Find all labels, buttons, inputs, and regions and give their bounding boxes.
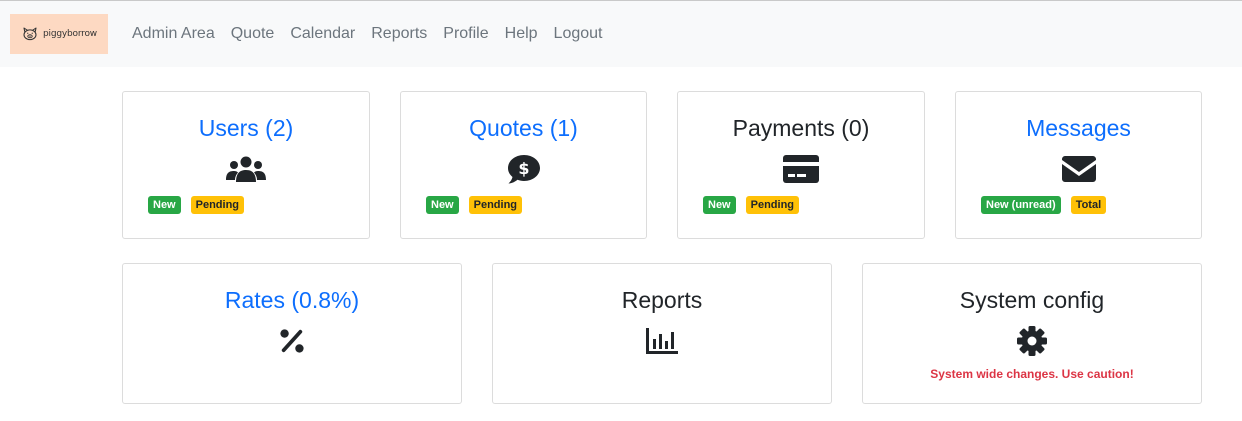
main-nav: Admin Area Quote Calendar Reports Profil… bbox=[132, 24, 618, 44]
messages-total-badge[interactable]: Total bbox=[1070, 196, 1107, 214]
nav-calendar[interactable]: Calendar bbox=[290, 24, 355, 44]
quotes-badges: New Pending bbox=[426, 196, 523, 214]
navbar: piggyborrow Admin Area Quote Calendar Re… bbox=[0, 1, 1242, 67]
gear-icon bbox=[1011, 324, 1053, 358]
pig-icon bbox=[23, 27, 37, 41]
quotes-pending-badge[interactable]: Pending bbox=[468, 196, 523, 214]
nav-profile[interactable]: Profile bbox=[443, 24, 488, 44]
nav-reports[interactable]: Reports bbox=[371, 24, 427, 44]
users-new-badge[interactable]: New bbox=[148, 196, 181, 214]
svg-text:$: $ bbox=[518, 159, 529, 178]
payments-new-badge[interactable]: New bbox=[703, 196, 736, 214]
rates-title-link[interactable]: Rates (0.8%) bbox=[123, 286, 461, 314]
nav-logout[interactable]: Logout bbox=[554, 24, 603, 44]
messages-new-unread-badge[interactable]: New (unread) bbox=[981, 196, 1061, 214]
system-caution-text: System wide changes. Use caution! bbox=[930, 367, 1134, 381]
bar-chart-icon bbox=[641, 324, 683, 358]
users-card: Users (2) New Pending bbox=[122, 91, 370, 239]
envelope-icon bbox=[1058, 152, 1100, 186]
quotes-new-badge[interactable]: New bbox=[426, 196, 459, 214]
brand-logo[interactable]: piggyborrow bbox=[10, 14, 108, 54]
system-config-title: System config bbox=[959, 287, 1105, 313]
percent-icon bbox=[271, 324, 313, 358]
messages-badges: New (unread) Total bbox=[981, 196, 1107, 214]
nav-help[interactable]: Help bbox=[505, 24, 538, 44]
reports-card: Reports bbox=[492, 263, 832, 404]
users-pending-badge[interactable]: Pending bbox=[190, 196, 245, 214]
brand-name: piggyborrow bbox=[43, 29, 97, 39]
messages-title-link[interactable]: Messages bbox=[956, 114, 1201, 142]
nav-admin-area[interactable]: Admin Area bbox=[132, 24, 215, 44]
system-config-card: System config System wide changes. Use c… bbox=[862, 263, 1202, 404]
payments-pending-badge[interactable]: Pending bbox=[745, 196, 800, 214]
quotes-card: Quotes (1) $ New Pending bbox=[400, 91, 647, 239]
nav-quote[interactable]: Quote bbox=[231, 24, 275, 44]
users-title-link[interactable]: Users (2) bbox=[123, 114, 369, 142]
credit-card-icon bbox=[780, 152, 822, 186]
reports-title: Reports bbox=[621, 287, 703, 313]
users-badges: New Pending bbox=[148, 196, 245, 214]
payments-badges: New Pending bbox=[703, 196, 800, 214]
dollar-comment-icon: $ bbox=[503, 152, 545, 186]
payments-title: Payments (0) bbox=[732, 115, 870, 141]
quotes-title-link[interactable]: Quotes (1) bbox=[401, 114, 646, 142]
payments-card: Payments (0) New Pending bbox=[677, 91, 925, 239]
messages-card: Messages New (unread) Total bbox=[955, 91, 1202, 239]
rates-card: Rates (0.8%) bbox=[122, 263, 462, 404]
users-icon bbox=[225, 152, 267, 186]
